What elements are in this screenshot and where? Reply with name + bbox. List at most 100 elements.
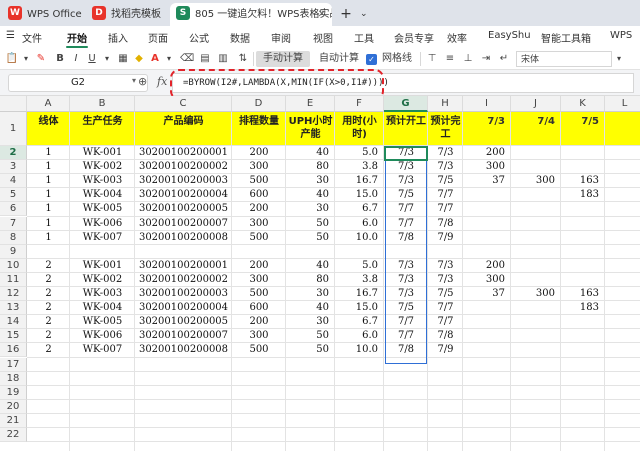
menu-review[interactable]: 审阅 xyxy=(271,30,291,45)
cell-f[interactable]: 3.8 xyxy=(335,160,384,174)
align-middle-icon[interactable]: ≡ xyxy=(444,51,456,67)
row-header-9[interactable]: 9 xyxy=(0,244,27,259)
row-header-6[interactable]: 6 xyxy=(0,202,27,217)
hamburger-icon[interactable]: ☰ xyxy=(6,30,15,41)
cell-a[interactable]: 2 xyxy=(27,287,70,301)
cell-e[interactable]: 30 xyxy=(286,202,335,216)
cell-e[interactable] xyxy=(286,245,335,259)
active-cell-g2[interactable] xyxy=(384,146,428,161)
align-top-icon[interactable]: ⊤ xyxy=(426,51,438,67)
cell-k[interactable] xyxy=(561,160,605,174)
cell-c[interactable]: 30200100200004 xyxy=(135,188,232,202)
cell-i[interactable]: 300 xyxy=(463,160,511,174)
cell-d[interactable]: 600 xyxy=(232,301,286,315)
cell-j[interactable] xyxy=(511,329,561,343)
gridlines-checkbox[interactable]: ✓ xyxy=(366,54,377,65)
cell-a[interactable]: 2 xyxy=(27,329,70,343)
cell-f[interactable]: 6.0 xyxy=(335,329,384,343)
menu-file[interactable]: 文件 xyxy=(22,30,42,45)
cell-k[interactable] xyxy=(561,231,605,245)
menu-home[interactable]: 开始 xyxy=(67,30,87,45)
name-box[interactable]: G2 xyxy=(8,74,148,92)
cell-d[interactable]: 200 xyxy=(232,202,286,216)
cell-b[interactable]: WK-001 xyxy=(70,259,135,273)
cell-c[interactable]: 30200100200003 xyxy=(135,287,232,301)
cell-b[interactable]: WK-005 xyxy=(70,315,135,329)
clipboard-icon[interactable]: 📋 xyxy=(4,51,20,67)
cell-f[interactable]: 3.8 xyxy=(335,273,384,287)
cell-c[interactable]: 30200100200001 xyxy=(135,146,232,160)
cell-f[interactable]: 5.0 xyxy=(335,146,384,160)
cell-i[interactable] xyxy=(463,301,511,315)
cell-d[interactable]: 300 xyxy=(232,160,286,174)
font-color-icon[interactable]: A xyxy=(148,51,162,67)
cell-j[interactable] xyxy=(511,160,561,174)
header-cell-i[interactable]: 7/3 xyxy=(463,112,511,146)
header-cell-k[interactable]: 7/5 xyxy=(561,112,605,146)
header-cell-e[interactable]: UPH小时产能 xyxy=(286,112,335,146)
cell-j[interactable] xyxy=(511,146,561,160)
cell-c[interactable]: 30200100200003 xyxy=(135,174,232,188)
cell-e[interactable]: 80 xyxy=(286,273,335,287)
cell-b[interactable] xyxy=(70,245,135,259)
cell-k[interactable] xyxy=(561,146,605,160)
cell-e[interactable]: 30 xyxy=(286,315,335,329)
bold-icon[interactable]: B xyxy=(54,51,66,67)
cell-f[interactable]: 10.0 xyxy=(335,231,384,245)
cell-e[interactable]: 30 xyxy=(286,174,335,188)
cell-d[interactable]: 300 xyxy=(232,217,286,231)
cell-d[interactable]: 500 xyxy=(232,287,286,301)
underline-icon[interactable]: U xyxy=(86,51,98,67)
cell-b[interactable]: WK-003 xyxy=(70,174,135,188)
auto-calc-button[interactable]: 自动计算 xyxy=(314,51,364,67)
cell-i[interactable]: 37 xyxy=(463,174,511,188)
cell-b[interactable]: WK-006 xyxy=(70,217,135,231)
header-cell-b[interactable]: 生产任务 xyxy=(70,112,135,146)
cell-h[interactable]: 7/3 xyxy=(428,259,463,273)
cell-b[interactable]: WK-004 xyxy=(70,301,135,315)
conditional-format-icon[interactable]: ▥ xyxy=(216,51,230,67)
row-header-13[interactable]: 13 xyxy=(0,301,27,316)
column-header-d[interactable]: D xyxy=(232,96,286,112)
close-icon[interactable]: ✕ xyxy=(318,3,326,26)
cell-d[interactable]: 300 xyxy=(232,329,286,343)
cell-h[interactable]: 7/9 xyxy=(428,343,463,357)
cell-e[interactable]: 40 xyxy=(286,146,335,160)
row-header-11[interactable]: 11 xyxy=(0,272,27,287)
cell-c[interactable] xyxy=(135,245,232,259)
italic-icon[interactable]: I xyxy=(70,51,82,67)
cell-k[interactable] xyxy=(561,245,605,259)
cell-k[interactable]: 183 xyxy=(561,301,605,315)
tab-wps-office[interactable]: W WPS Office xyxy=(2,3,84,26)
cell-k[interactable] xyxy=(561,273,605,287)
header-cell-f[interactable]: 用时(小时) xyxy=(335,112,384,146)
cell-i[interactable] xyxy=(463,329,511,343)
header-cell-a[interactable]: 线体 xyxy=(27,112,70,146)
cell-h[interactable]: 7/7 xyxy=(428,301,463,315)
cell-h[interactable]: 7/9 xyxy=(428,231,463,245)
cell-h[interactable]: 7/3 xyxy=(428,160,463,174)
table-style-icon[interactable]: ▤ xyxy=(198,51,212,67)
row-header-14[interactable]: 14 xyxy=(0,315,27,330)
cell-b[interactable]: WK-004 xyxy=(70,188,135,202)
cell-e[interactable]: 50 xyxy=(286,231,335,245)
cell-e[interactable]: 30 xyxy=(286,287,335,301)
header-cell-c[interactable]: 产品编码 xyxy=(135,112,232,146)
cell-d[interactable]: 500 xyxy=(232,231,286,245)
cell-a[interactable]: 2 xyxy=(27,315,70,329)
column-header-a[interactable]: A xyxy=(27,96,70,112)
cell-a[interactable]: 1 xyxy=(27,231,70,245)
chevron-down-icon[interactable]: ▾ xyxy=(164,51,174,67)
cell-a[interactable]: 1 xyxy=(27,217,70,231)
cell-d[interactable]: 200 xyxy=(232,259,286,273)
cell-c[interactable]: 30200100200005 xyxy=(135,315,232,329)
column-header-i[interactable]: I xyxy=(463,96,511,112)
border-icon[interactable]: ▦ xyxy=(116,51,130,67)
cell-k[interactable] xyxy=(561,202,605,216)
header-cell-h[interactable]: 预计完工 xyxy=(428,112,463,146)
cell-f[interactable]: 6.7 xyxy=(335,315,384,329)
row-header-12[interactable]: 12 xyxy=(0,287,27,302)
cell-e[interactable]: 50 xyxy=(286,343,335,357)
row-header-20[interactable]: 20 xyxy=(0,399,27,414)
new-tab-button[interactable]: + xyxy=(336,3,356,26)
